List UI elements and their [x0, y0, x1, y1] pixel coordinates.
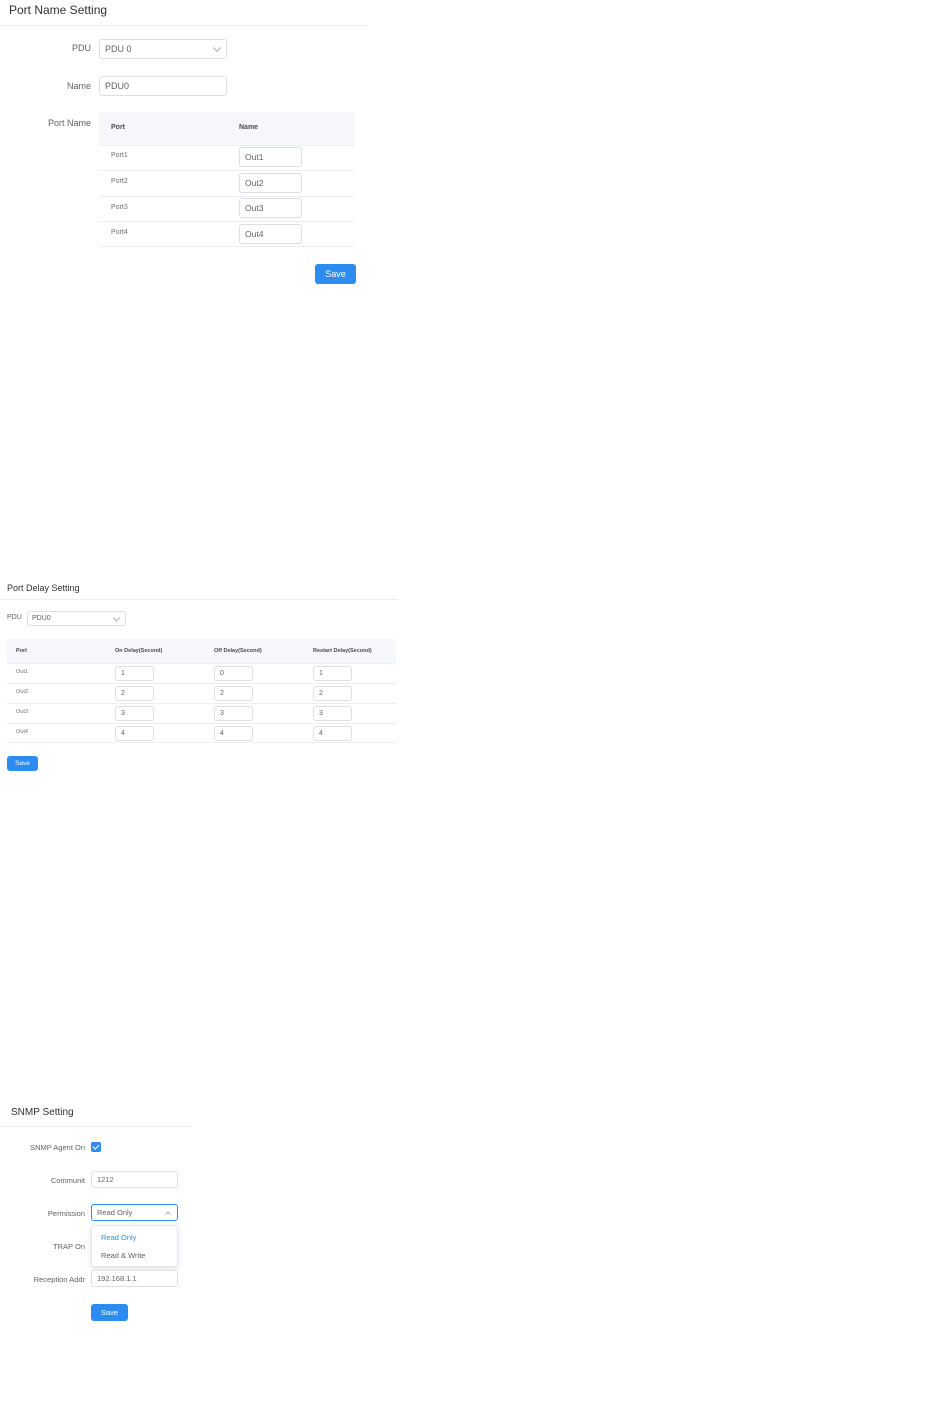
off-delay-input[interactable]: 2 [214, 686, 253, 701]
section-divider [0, 25, 368, 26]
table-header [99, 112, 354, 145]
checkmark-icon [92, 1142, 100, 1150]
column-header-off-delay: Off Delay(Second) [214, 648, 262, 654]
port-name-input[interactable]: Out2 [239, 173, 302, 193]
table-cell-port: Out4 [16, 729, 28, 735]
port-name-setting-title: Port Name Setting [9, 3, 108, 17]
off-delay-input[interactable]: 0 [214, 666, 253, 681]
restart-delay-input[interactable]: 3 [313, 706, 352, 721]
table-row-divider [99, 145, 354, 146]
off-delay-input[interactable]: 4 [214, 726, 253, 741]
snmp-agent-checkbox[interactable] [91, 1142, 101, 1152]
pdu-select[interactable]: PDU0 [27, 611, 126, 626]
column-header-port: Port [111, 124, 125, 131]
chevron-up-icon [165, 1210, 171, 1217]
column-header-name: Name [239, 124, 259, 131]
table-cell-port: Out3 [16, 709, 28, 715]
table-row-divider [7, 742, 396, 743]
table-cell-port: Out1 [16, 669, 28, 675]
save-button[interactable]: Save [7, 756, 38, 771]
pdu-select-value: PDU0 [32, 615, 51, 622]
column-header-on-delay: On Delay(Second) [115, 648, 163, 654]
pdu-select-value: PDU 0 [105, 44, 132, 54]
port-name-input[interactable]: Out1 [239, 147, 302, 167]
snmp-agent-label: SNMP Agent On [30, 1143, 85, 1152]
table-cell-port: Port3 [111, 204, 128, 211]
column-header-port: Port [16, 648, 27, 654]
port-delay-setting-title: Port Delay Setting [7, 583, 80, 593]
pdu-label: PDU [71, 43, 91, 53]
save-button[interactable]: Save [91, 1304, 128, 1321]
port-name-input[interactable]: Out4 [239, 224, 302, 244]
name-input[interactable]: PDU0 [99, 76, 227, 96]
on-delay-input[interactable]: 3 [115, 706, 154, 721]
table-cell-port: Out2 [16, 689, 28, 695]
table-row-divider [7, 663, 396, 664]
table-row-divider [99, 170, 354, 171]
table-row-divider [7, 703, 396, 704]
name-label: Name [66, 81, 91, 91]
table-cell-port: Port1 [111, 152, 128, 159]
permission-select[interactable]: Read Only [91, 1204, 178, 1221]
table-cell-port: Port4 [111, 229, 128, 236]
restart-delay-input[interactable]: 1 [313, 666, 352, 681]
table-row-divider [7, 723, 396, 724]
chevron-down-icon [112, 613, 121, 622]
pdu-label: PDU [7, 614, 22, 621]
section-divider [0, 1126, 192, 1127]
snmp-setting-title: SNMP Setting [11, 1107, 74, 1118]
chevron-down-icon [212, 43, 222, 53]
off-delay-input[interactable]: 3 [214, 706, 253, 721]
restart-delay-input[interactable]: 4 [313, 726, 352, 741]
reception-addr-input[interactable]: 192.168.1.1 [91, 1270, 178, 1287]
table-row-divider [7, 683, 396, 684]
dropdown-option-read-only[interactable]: Read Only [101, 1233, 136, 1242]
save-button[interactable]: Save [315, 264, 356, 284]
trap-on-label: TRAP On [53, 1242, 85, 1251]
permission-select-value: Read Only [97, 1208, 133, 1217]
table-cell-port: Port2 [111, 178, 128, 185]
pdu-select[interactable]: PDU 0 [99, 39, 227, 59]
table-row-divider [99, 246, 354, 247]
on-delay-input[interactable]: 4 [115, 726, 154, 741]
table-row-divider [99, 221, 354, 222]
dropdown-option-read-write[interactable]: Read & Write [101, 1251, 145, 1260]
permission-dropdown-menu: Read Only Read & Write [91, 1225, 178, 1267]
community-label: Communit [50, 1176, 85, 1185]
column-header-restart-delay: Restart Delay(Second) [313, 648, 372, 654]
on-delay-input[interactable]: 2 [115, 686, 154, 701]
port-name-label: Port Name [47, 118, 91, 128]
permission-label: Permission [47, 1209, 85, 1218]
restart-delay-input[interactable]: 2 [313, 686, 352, 701]
on-delay-input[interactable]: 1 [115, 666, 154, 681]
reception-addr-label: Reception Addr [33, 1275, 85, 1284]
section-divider [0, 599, 398, 600]
community-input[interactable]: 1212 [91, 1171, 178, 1188]
port-name-input[interactable]: Out3 [239, 198, 302, 218]
table-row-divider [99, 196, 354, 197]
